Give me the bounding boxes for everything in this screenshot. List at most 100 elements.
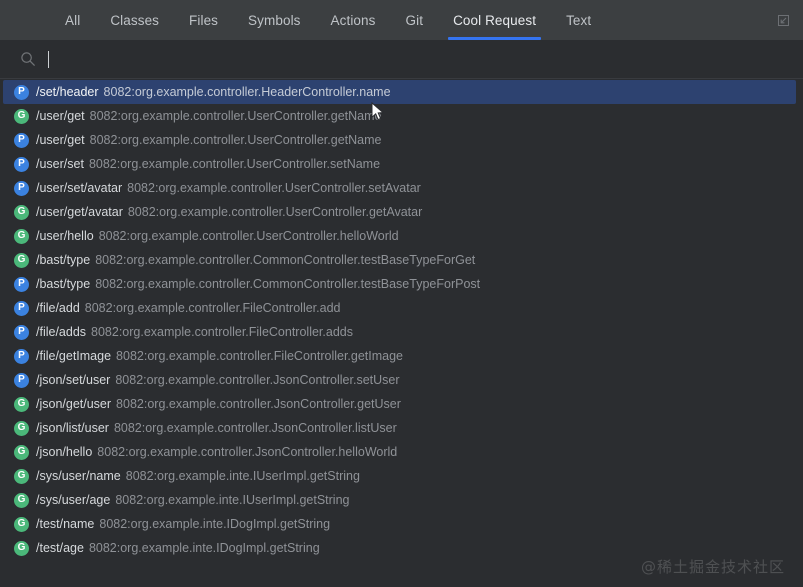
tab-bar: All Classes Files Symbols Actions Git Cool Req…: [0, 0, 803, 40]
result-row[interactable]: P/set/header8082:org.example.controller.…: [3, 80, 796, 104]
result-row[interactable]: P/file/getImage 8082:org.example.controll…: [0, 344, 795, 368]
tab-files[interactable]: Files: [174, 0, 233, 40]
result-path: /sys/user/age: [36, 493, 110, 507]
result-row[interactable]: P/user/set 8082:org.example.controller.Us…: [0, 152, 795, 176]
result-location: 8082:org.example.controller.JsonControll…: [115, 373, 399, 387]
result-location: 8082:org.example.controller.UserControll…: [128, 205, 422, 219]
tab-actions[interactable]: Actions: [316, 0, 391, 40]
result-row[interactable]: P/bast/type 8082:org.example.controller.C…: [0, 272, 795, 296]
result-row[interactable]: G/user/get 8082:org.example.controller.Us…: [0, 104, 795, 128]
tab-label: Git: [406, 13, 424, 28]
http-get-icon: G: [14, 109, 29, 124]
tab-bar-spacer: [606, 0, 763, 40]
http-post-icon: P: [14, 157, 29, 172]
result-location: 8082:org.example.inte.IUserImpl.getStrin…: [126, 469, 360, 483]
tab-classes[interactable]: Classes: [95, 0, 174, 40]
http-post-icon: P: [14, 325, 29, 340]
result-path: /user/get/avatar: [36, 205, 123, 219]
tab-list: All Classes Files Symbols Actions Git Cool Req…: [50, 0, 606, 40]
result-location: 8082:org.example.controller.UserControll…: [89, 157, 380, 171]
shrink-window-icon: [777, 14, 790, 27]
http-post-icon: P: [14, 277, 29, 292]
http-get-icon: G: [14, 445, 29, 460]
http-post-icon: P: [14, 85, 29, 100]
tab-label: Text: [566, 13, 591, 28]
result-path: /test/age: [36, 541, 84, 555]
result-path: /json/hello: [36, 445, 92, 459]
result-path: /bast/type: [36, 277, 90, 291]
result-path: /sys/user/name: [36, 469, 121, 483]
result-location: 8082:org.example.controller.HeaderContro…: [104, 85, 391, 99]
results-list: P/set/header8082:org.example.controller.…: [0, 79, 803, 587]
result-row[interactable]: G/test/name 8082:org.example.inte.IDogImp…: [0, 512, 795, 536]
result-row[interactable]: P/file/adds8082:org.example.controller.F…: [0, 320, 795, 344]
tab-label: Symbols: [248, 13, 300, 28]
result-row[interactable]: G/test/age 8082:org.example.inte.IDogImpl…: [0, 536, 795, 560]
result-path: /user/get: [36, 109, 85, 123]
result-row[interactable]: P/file/add8082:org.example.controller.Fi…: [0, 296, 795, 320]
result-location: 8082:org.example.controller.FileControll…: [116, 349, 403, 363]
http-post-icon: P: [14, 349, 29, 364]
result-location: 8082:org.example.controller.CommonContro…: [95, 277, 480, 291]
result-path: /bast/type: [36, 253, 90, 267]
result-row[interactable]: G/sys/user/age 8082:org.example.inte.IUse…: [0, 488, 795, 512]
result-path: /test/name: [36, 517, 94, 531]
tab-label: Cool Request: [453, 13, 536, 28]
http-get-icon: G: [14, 517, 29, 532]
http-post-icon: P: [14, 373, 29, 388]
result-path: /file/adds: [36, 325, 86, 339]
result-row[interactable]: G/bast/type8082:org.example.controller.C…: [0, 248, 795, 272]
http-get-icon: G: [14, 229, 29, 244]
result-row[interactable]: G/json/list/user8082:org.example.control…: [0, 416, 795, 440]
result-row[interactable]: G/user/get/avatar 8082:org.example.contro…: [0, 200, 795, 224]
result-path: /json/set/user: [36, 373, 110, 387]
result-location: 8082:org.example.controller.FileControll…: [85, 301, 341, 315]
http-get-icon: G: [14, 205, 29, 220]
text-caret: [48, 51, 49, 68]
result-path: /file/getImage: [36, 349, 111, 363]
tab-git[interactable]: Git: [391, 0, 439, 40]
result-location: 8082:org.example.inte.IDogImpl.getString: [89, 541, 320, 555]
tab-symbols[interactable]: Symbols: [233, 0, 315, 40]
result-location: 8082:org.example.controller.JsonControll…: [114, 421, 397, 435]
result-path: /user/get: [36, 133, 85, 147]
result-row[interactable]: P/user/set/avatar 8082:org.example.contro…: [0, 176, 795, 200]
search-everywhere-dialog: All Classes Files Symbols Actions Git Cool Req…: [0, 0, 803, 587]
tab-label: Classes: [110, 13, 159, 28]
result-row[interactable]: G/json/get/user8082:org.example.controll…: [0, 392, 795, 416]
tab-label: Actions: [331, 13, 376, 28]
result-location: 8082:org.example.controller.UserControll…: [90, 109, 382, 123]
result-location: 8082:org.example.controller.UserControll…: [90, 133, 382, 147]
result-location: 8082:org.example.controller.UserControll…: [99, 229, 399, 243]
result-location: 8082:org.example.controller.JsonControll…: [97, 445, 397, 459]
tab-label: All: [65, 13, 80, 28]
result-row[interactable]: G/sys/user/name 8082:org.example.inte.IUs…: [0, 464, 795, 488]
search-icon: [20, 51, 36, 67]
shrink-window-button[interactable]: [763, 0, 803, 40]
result-path: /user/set/avatar: [36, 181, 122, 195]
result-row[interactable]: G/json/hello 8082:org.example.controller.…: [0, 440, 795, 464]
result-row[interactable]: G/user/hello 8082:org.example.controller.…: [0, 224, 795, 248]
result-location: 8082:org.example.controller.JsonControll…: [116, 397, 401, 411]
search-bar[interactable]: [0, 40, 803, 78]
result-location: 8082:org.example.controller.UserControll…: [127, 181, 421, 195]
result-path: /user/hello: [36, 229, 94, 243]
http-get-icon: G: [14, 541, 29, 556]
http-post-icon: P: [14, 181, 29, 196]
result-row[interactable]: P/json/set/user 8082:org.example.controll…: [0, 368, 795, 392]
result-row[interactable]: P/user/get 8082:org.example.controller.Us…: [0, 128, 795, 152]
http-post-icon: P: [14, 133, 29, 148]
tab-text[interactable]: Text: [551, 0, 606, 40]
tab-label: Files: [189, 13, 218, 28]
http-get-icon: G: [14, 469, 29, 484]
result-location: 8082:org.example.inte.IUserImpl.getStrin…: [115, 493, 349, 507]
result-location: 8082:org.example.inte.IDogImpl.getString: [99, 517, 330, 531]
search-input[interactable]: [48, 49, 803, 69]
http-get-icon: G: [14, 493, 29, 508]
result-path: /user/set: [36, 157, 84, 171]
result-path: /file/add: [36, 301, 80, 315]
result-location: 8082:org.example.controller.CommonContro…: [95, 253, 475, 267]
tab-cool-request[interactable]: Cool Request: [438, 0, 551, 40]
tab-all[interactable]: All: [50, 0, 95, 40]
http-get-icon: G: [14, 421, 29, 436]
